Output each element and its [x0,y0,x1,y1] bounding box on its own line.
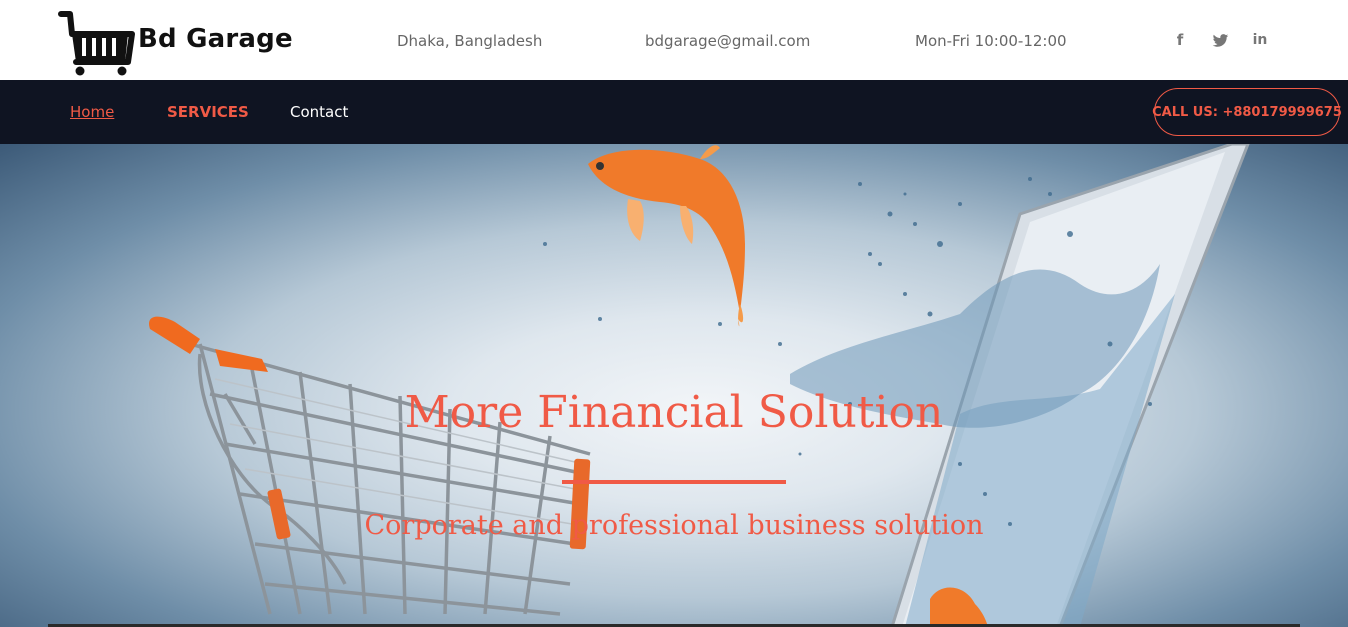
nav-contact[interactable]: Contact [290,103,348,121]
hero-subtitle: Corporate and professional business solu… [364,510,984,541]
brand-logo[interactable]: Bd Garage [58,10,293,76]
header-hours: Mon-Fri 10:00-12:00 [915,32,1067,50]
nav-services[interactable]: SERVICES [167,103,249,121]
hero-banner: More Financial Solution Corporate and pr… [0,144,1348,627]
facebook-icon[interactable]: f [1170,30,1190,50]
top-header: Bd Garage Dhaka, Bangladesh bdgarage@gma… [0,0,1348,80]
hero-title: More Financial Solution [404,387,944,438]
nav-home[interactable]: Home [70,103,114,121]
call-us-button[interactable]: CALL US: +880179999675 [1152,88,1342,136]
hero-divider [562,480,786,484]
header-location: Dhaka, Bangladesh [397,32,543,50]
main-navbar: Home SERVICES Contact [0,80,1348,144]
hero-background-image [149,144,1250,627]
linkedin-icon[interactable]: in [1250,30,1270,50]
header-email[interactable]: bdgarage@gmail.com [645,32,810,50]
shopping-cart-icon [58,11,135,76]
brand-name: Bd Garage [138,24,293,54]
twitter-icon[interactable] [1210,30,1230,50]
